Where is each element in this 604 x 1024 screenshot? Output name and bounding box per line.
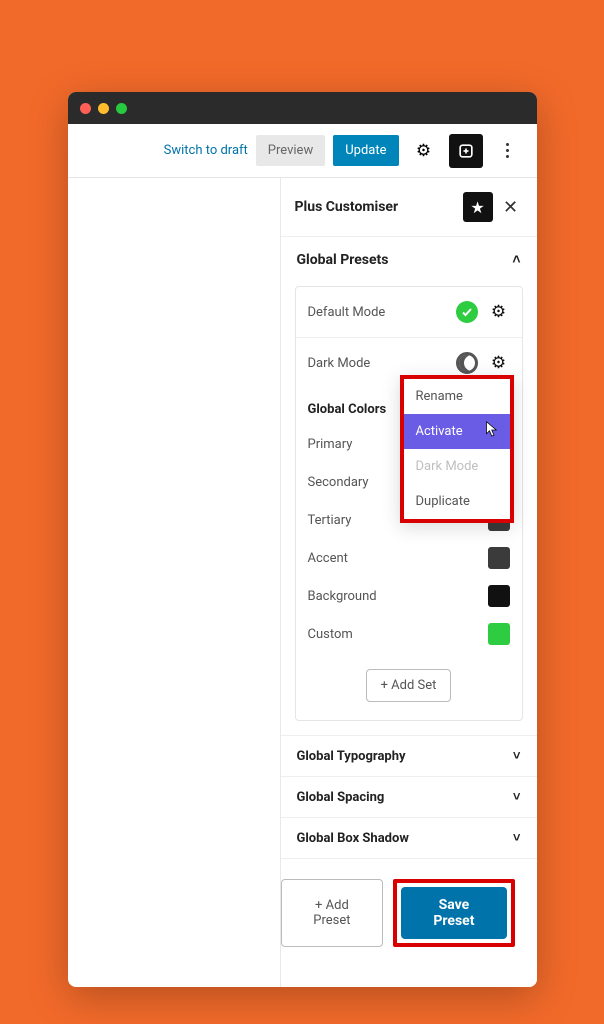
context-activate-label: Activate — [416, 424, 463, 439]
context-duplicate[interactable]: Duplicate — [404, 484, 510, 519]
app-window: Switch to draft Preview Update ⚙ Plus Cu… — [68, 92, 537, 987]
context-rename[interactable]: Rename — [404, 379, 510, 414]
preset-name-label: Dark Mode — [308, 356, 371, 371]
save-highlight-box: Save Preset — [393, 879, 514, 947]
window-close-dot[interactable] — [80, 103, 91, 114]
color-row-background[interactable]: Background — [296, 577, 522, 615]
window-maximize-dot[interactable] — [116, 103, 127, 114]
update-button[interactable]: Update — [333, 135, 398, 166]
preset-row-default[interactable]: Default Mode ⚙ — [296, 287, 522, 338]
plus-addon-icon — [456, 141, 476, 161]
editor-body: Plus Customiser ★ ✕ Global Presets ˄ Def… — [68, 178, 537, 987]
cursor-pointer-icon — [482, 420, 500, 440]
chevron-down-icon: ˅ — [513, 748, 521, 764]
moon-icon — [456, 352, 478, 374]
add-preset-button[interactable]: + Add Preset — [281, 879, 384, 947]
color-row-accent[interactable]: Accent — [296, 539, 522, 577]
color-label: Primary — [308, 437, 353, 452]
color-swatch[interactable] — [488, 623, 510, 645]
more-options-button[interactable] — [491, 134, 525, 168]
color-swatch[interactable] — [488, 547, 510, 569]
save-preset-button[interactable]: Save Preset — [401, 887, 506, 939]
settings-sidepanel: Plus Customiser ★ ✕ Global Presets ˄ Def… — [281, 178, 537, 987]
color-row-custom[interactable]: Custom — [296, 615, 522, 653]
switch-to-draft-link[interactable]: Switch to draft — [164, 143, 248, 158]
panel-title: Plus Customiser — [295, 199, 399, 215]
color-label: Custom — [308, 627, 353, 642]
editor-topbar: Switch to draft Preview Update ⚙ — [68, 124, 537, 178]
preset-settings-button[interactable]: ⚙ — [484, 348, 514, 378]
accordion-global-boxshadow[interactable]: Global Box Shadow ˅ — [281, 817, 537, 859]
preset-context-menu: Rename Activate Dark Mode Duplicate — [400, 375, 514, 523]
settings-toggle-button[interactable]: ⚙ — [407, 134, 441, 168]
preset-name-label: Default Mode — [308, 305, 386, 320]
active-indicator — [456, 301, 478, 323]
close-icon: ✕ — [503, 197, 518, 218]
gear-icon: ⚙ — [491, 302, 506, 322]
color-label: Accent — [308, 551, 348, 566]
add-set-button[interactable]: + Add Set — [366, 669, 452, 702]
chevron-up-icon: ˄ — [512, 251, 520, 268]
footer-actions: + Add Preset Save Preset — [281, 859, 537, 987]
window-titlebar — [68, 92, 537, 124]
gear-icon: ⚙ — [416, 141, 431, 161]
favorite-toggle-button[interactable]: ★ — [463, 192, 493, 222]
preset-settings-button[interactable]: ⚙ — [484, 297, 514, 327]
chevron-down-icon: ˅ — [513, 830, 521, 846]
context-activate[interactable]: Activate — [404, 414, 510, 449]
check-icon — [461, 306, 473, 318]
global-presets-title: Global Presets — [297, 252, 389, 268]
chevron-down-icon: ˅ — [513, 789, 521, 805]
window-minimize-dot[interactable] — [98, 103, 109, 114]
context-darkmode: Dark Mode — [404, 449, 510, 484]
accordion-global-typography[interactable]: Global Typography ˅ — [281, 735, 537, 776]
accordion-label: Global Box Shadow — [297, 831, 409, 846]
panel-header: Plus Customiser ★ ✕ — [281, 178, 537, 237]
plus-plugin-button[interactable] — [449, 134, 483, 168]
close-panel-button[interactable]: ✕ — [499, 195, 523, 219]
star-icon: ★ — [470, 198, 484, 217]
presets-card: Default Mode ⚙ Dark Mode ⚙ Glob — [295, 286, 523, 721]
preview-button[interactable]: Preview — [256, 135, 325, 166]
color-label: Background — [308, 589, 377, 604]
color-swatch[interactable] — [488, 585, 510, 607]
accordion-label: Global Typography — [297, 749, 406, 764]
color-label: Tertiary — [308, 513, 352, 528]
global-presets-header[interactable]: Global Presets ˄ — [281, 237, 537, 278]
color-label: Secondary — [308, 475, 369, 490]
gear-icon: ⚙ — [491, 353, 506, 373]
accordion-global-spacing[interactable]: Global Spacing ˅ — [281, 776, 537, 817]
kebab-icon — [506, 143, 509, 158]
accordion-label: Global Spacing — [297, 790, 385, 805]
editor-canvas[interactable] — [68, 178, 281, 987]
